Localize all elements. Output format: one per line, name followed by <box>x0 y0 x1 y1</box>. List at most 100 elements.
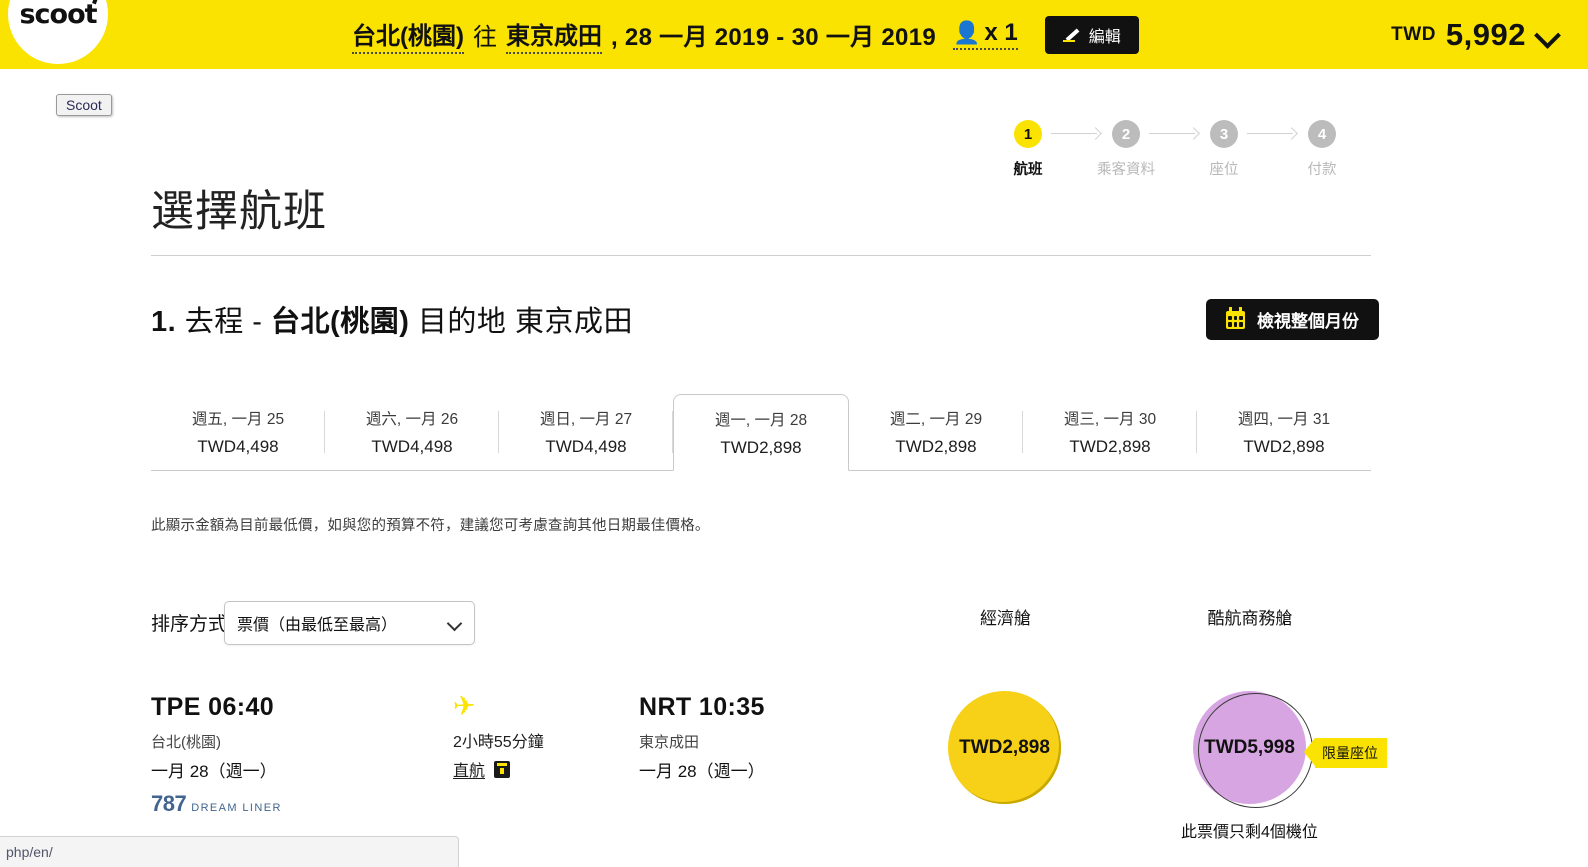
itinerary-dates: , 28 一月 2019 - 30 一月 2019 <box>610 24 936 51</box>
step-payment[interactable]: 4 付款 <box>1299 120 1345 179</box>
departure-code-time: TPE 06:40 <box>151 693 275 721</box>
aircraft-model-number: 787 <box>151 791 187 816</box>
date-tab-day: 週四, 一月 31 <box>1237 411 1331 428</box>
step-passengers[interactable]: 2 乘客資料 <box>1097 120 1155 179</box>
arrival-code-time: NRT 10:35 <box>639 693 765 721</box>
date-tab-price: TWD4,498 <box>545 437 627 456</box>
fare-economy-price: TWD2,898 <box>948 691 1061 804</box>
section-destination: 東京成田 <box>515 306 634 338</box>
date-tab-jan31[interactable]: 週四, 一月 31 TWD2,898 <box>1197 394 1371 470</box>
itinerary-summary: 台北(桃園) 往 東京成田 , 28 一月 2019 - 30 一月 2019 … <box>352 0 1139 69</box>
step-flights[interactable]: 1 航班 <box>1005 120 1051 179</box>
view-whole-month-label: 檢視整個月份 <box>1257 312 1359 331</box>
date-tab-price: TWD4,498 <box>371 437 453 456</box>
pencil-icon <box>1063 26 1080 43</box>
fare-business-price: TWD5,998 <box>1193 691 1306 804</box>
itinerary-via-label: 往 <box>472 24 497 51</box>
date-tab-jan26[interactable]: 週六, 一月 26 TWD4,498 <box>325 394 499 470</box>
date-tab-price: TWD2,898 <box>720 437 802 457</box>
logo-tooltip: Scoot <box>56 94 112 116</box>
fare-option-economy[interactable]: TWD2,898 <box>948 691 1061 804</box>
checkout-stepper: 1 航班 2 乘客資料 3 座位 4 付款 <box>1005 120 1345 179</box>
scoot-logo-text: scoot <box>19 0 100 30</box>
step-2-bubble: 2 <box>1112 120 1140 148</box>
step-1-bubble: 1 <box>1014 120 1042 148</box>
arrival-city: 東京成田 <box>639 734 700 751</box>
date-tab-day: 週日, 一月 27 <box>539 411 633 428</box>
date-tab-jan30[interactable]: 週三, 一月 30 TWD2,898 <box>1023 394 1197 470</box>
total-price-summary[interactable]: TWD 5,992 <box>1391 0 1560 69</box>
total-amount: 5,992 <box>1445 16 1526 52</box>
date-tab-price: TWD2,898 <box>1243 437 1325 456</box>
step-1-label: 航班 <box>1013 162 1043 178</box>
title-divider <box>151 255 1371 256</box>
arrival-date: 一月 28（週一） <box>639 762 765 781</box>
step-4-bubble: 4 <box>1308 120 1336 148</box>
calendar-icon-grid <box>1228 315 1243 327</box>
section-heading: 1. 去程 - 台北(桃園) 目的地 東京成田 <box>151 298 633 340</box>
seats-remaining-text: 此票價只剩4個機位 <box>1181 824 1318 841</box>
aircraft-model-word: DREAM LINER <box>191 802 282 814</box>
departure-date: 一月 28（週一） <box>151 762 277 781</box>
browser-status-bar: php/en/ <box>0 836 459 867</box>
chevron-down-icon[interactable] <box>1536 23 1560 47</box>
chevron-down-icon <box>448 616 462 630</box>
passenger-count-label: x 1 <box>984 19 1018 46</box>
date-tab-price: TWD2,898 <box>1069 437 1151 456</box>
step-connector-1 <box>1051 120 1103 148</box>
person-icon: 👤 <box>953 20 981 45</box>
lowest-price-note: 此顯示金額為目前最低價，如與您的預算不符，建議您可考慮查詢其他日期最佳價格。 <box>151 518 710 534</box>
date-tab-jan27[interactable]: 週日, 一月 27 TWD4,498 <box>499 394 673 470</box>
date-tab-jan29[interactable]: 週二, 一月 29 TWD2,898 <box>849 394 1023 470</box>
departure-city: 台北(桃園) <box>151 734 221 751</box>
edit-search-button[interactable]: 編輯 <box>1044 15 1139 54</box>
flight-stops-label[interactable]: 直航 <box>453 757 485 781</box>
section-number: 1. <box>151 306 177 338</box>
cabin-header-business: 酷航商務艙 <box>1207 609 1293 628</box>
date-tab-jan25[interactable]: 週五, 一月 25 TWD4,498 <box>151 394 325 470</box>
itinerary-origin[interactable]: 台北(桃園) <box>352 16 464 54</box>
calendar-icon <box>1226 306 1245 329</box>
flight-duration: 2小時55分鐘 <box>453 734 544 751</box>
sort-selected-value: 票價（由最低至最高） <box>237 617 398 634</box>
date-tab-day: 週三, 一月 30 <box>1063 411 1157 428</box>
scoot-logo[interactable]: scoot <box>8 0 108 64</box>
date-tab-price: TWD4,498 <box>197 437 279 456</box>
date-tab-day: 週二, 一月 29 <box>889 411 983 428</box>
flight-arrival: NRT 10:35 東京成田 一月 28（週一） <box>639 693 765 782</box>
page-title: 選擇航班 <box>151 188 327 236</box>
sort-label: 排序方式 <box>151 614 228 635</box>
seat-info-icon[interactable] <box>494 760 511 778</box>
step-2-label: 乘客資料 <box>1097 162 1155 178</box>
section-mid-label: 目的地 <box>417 306 507 338</box>
flight-stops: 直航 <box>453 757 623 781</box>
flight-departure: TPE 06:40 台北(桃園) 一月 28（週一） 787 DREAM LIN… <box>151 693 282 817</box>
itinerary-destination[interactable]: 東京成田 <box>505 16 602 54</box>
date-tab-day: 週五, 一月 25 <box>191 411 285 428</box>
step-3-bubble: 3 <box>1210 120 1238 148</box>
flight-duration-block: ✈ 2小時55分鐘 直航 <box>452 690 623 781</box>
step-3-label: 座位 <box>1209 162 1239 178</box>
step-connector-3 <box>1247 120 1299 148</box>
limited-seats-badge: 限量座位 <box>1304 738 1387 768</box>
step-connector-2 <box>1149 120 1201 148</box>
sort-select[interactable]: 票價（由最低至最高） <box>224 601 475 645</box>
fare-option-business[interactable]: TWD5,998 <box>1193 691 1313 808</box>
airplane-icon: ✈ <box>452 690 477 722</box>
section-origin: 台北(桃園) <box>271 306 410 338</box>
step-4-label: 付款 <box>1307 162 1337 178</box>
step-seats[interactable]: 3 座位 <box>1201 120 1247 179</box>
site-header: scoot 台北(桃園) 往 東京成田 , 28 一月 2019 - 30 一月… <box>0 0 1588 69</box>
edit-button-label: 編輯 <box>1088 28 1121 46</box>
aircraft-dreamliner-logo: 787 DREAM LINER <box>151 791 282 817</box>
date-price-strip: 週五, 一月 25 TWD4,498 週六, 一月 26 TWD4,498 週日… <box>151 394 1371 471</box>
date-tab-price: TWD2,898 <box>895 437 977 456</box>
view-whole-month-button[interactable]: 檢視整個月份 <box>1206 299 1379 340</box>
section-prefix: 去程 - <box>184 306 263 338</box>
date-tab-day: 週六, 一月 26 <box>365 411 459 428</box>
cabin-header-economy: 經濟艙 <box>980 609 1031 628</box>
passenger-count: 👤 x 1 <box>953 19 1018 50</box>
total-currency: TWD <box>1391 23 1436 45</box>
date-tab-jan28[interactable]: 週一, 一月 28 TWD2,898 <box>673 394 849 471</box>
date-tab-day: 週一, 一月 28 <box>714 411 808 429</box>
